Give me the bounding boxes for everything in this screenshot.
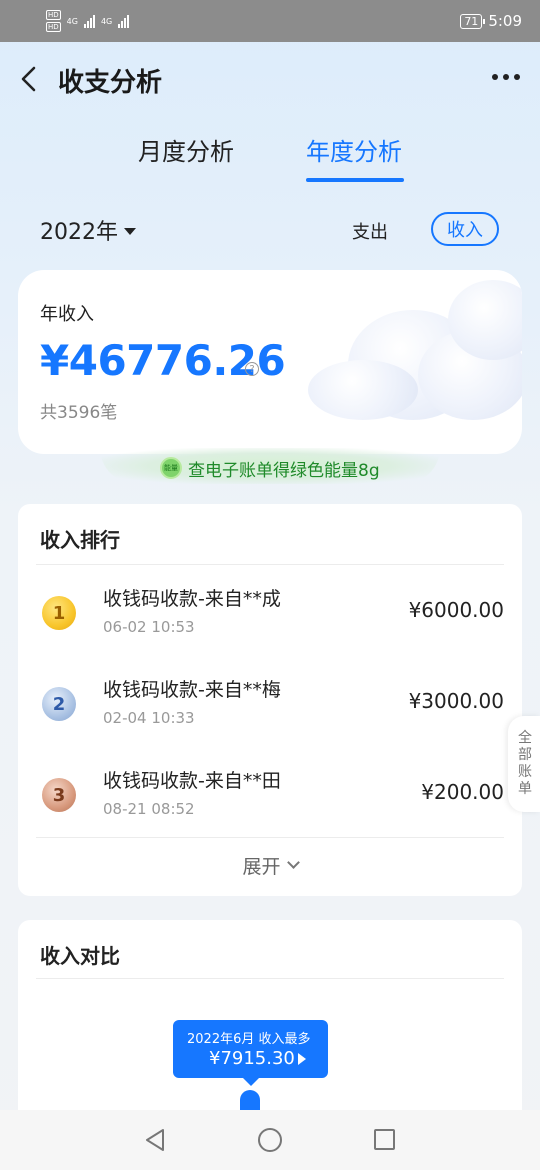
signal-indicators: HD HD 4G 4G <box>46 10 130 32</box>
battery-icon: 71 <box>460 13 486 29</box>
signal-icon <box>118 14 130 28</box>
year-label: 2022年 <box>40 220 118 245</box>
ranking-item-name: 收钱码收款-来自**梅 <box>103 679 281 701</box>
ranking-item-name: 收钱码收款-来自**成 <box>103 588 281 610</box>
ranking-row[interactable]: 1 收钱码收款-来自**成 06-02 10:53 ¥6000.00 <box>18 566 522 656</box>
active-tab-indicator <box>306 178 404 182</box>
back-icon[interactable] <box>18 66 40 92</box>
gold-medal-icon: 1 <box>42 596 76 630</box>
nav-bar: 收支分析 <box>0 42 540 114</box>
side-tab-char: 部 <box>518 747 532 763</box>
bronze-medal-icon: 3 <box>42 778 76 812</box>
ranking-item-amount: ¥3000.00 <box>408 689 504 713</box>
ranking-title: 收入排行 <box>40 528 120 552</box>
summary-amount: ¥46776.26 <box>40 336 286 385</box>
network-type: 4G <box>100 16 113 26</box>
side-tab-char: 全 <box>518 730 532 746</box>
ranking-item-amount: ¥200.00 <box>421 780 504 804</box>
analysis-tabs: 月度分析 年度分析 <box>0 122 540 182</box>
expand-button[interactable]: 展开 <box>18 852 522 879</box>
energy-banner-link[interactable]: 查电子账单得绿色能量8g <box>188 456 380 481</box>
divider <box>36 837 504 838</box>
ranking-row[interactable]: 2 收钱码收款-来自**梅 02-04 10:33 ¥3000.00 <box>18 657 522 747</box>
more-icon[interactable] <box>492 74 520 80</box>
hd-badge: HD <box>46 10 61 20</box>
income-toggle[interactable]: 收入 <box>431 212 499 246</box>
green-energy-icon: 能量 <box>160 457 182 479</box>
play-arrow-icon <box>297 1052 306 1065</box>
help-icon[interactable]: ? <box>245 362 259 376</box>
summary-label: 年收入 <box>40 304 94 325</box>
caret-down-icon <box>124 227 136 235</box>
ranking-row[interactable]: 3 收钱码收款-来自**田 08-21 08:52 ¥200.00 <box>18 748 522 838</box>
ranking-item-name: 收钱码收款-来自**田 <box>103 770 281 792</box>
tooltip-title: 2022年6月 收入最多 <box>187 1032 311 1047</box>
expense-toggle[interactable]: 支出 <box>352 218 388 244</box>
clock: 5:09 <box>488 12 522 30</box>
ranking-item-time: 08-21 08:52 <box>103 800 195 818</box>
ranking-item-amount: ¥6000.00 <box>408 598 504 622</box>
hd-badge: HD <box>46 22 61 32</box>
divider <box>36 978 504 979</box>
ranking-item-time: 02-04 10:33 <box>103 709 195 727</box>
nav-home-icon[interactable] <box>258 1128 282 1152</box>
peak-month-tooltip[interactable]: 2022年6月 收入最多 ¥7915.30 <box>173 1020 328 1086</box>
nav-back-icon[interactable] <box>144 1128 166 1152</box>
annual-summary-card: 年收入 ¥46776.26 ? 共3596笔 <box>18 270 522 454</box>
network-type: 4G <box>66 16 78 26</box>
comparison-title: 收入对比 <box>40 944 120 968</box>
tab-monthly[interactable]: 月度分析 <box>138 132 234 167</box>
silver-medal-icon: 2 <box>42 687 76 721</box>
nav-recents-icon[interactable] <box>374 1129 395 1150</box>
chevron-down-icon <box>286 856 300 869</box>
side-tab-char: 单 <box>518 781 532 797</box>
tab-yearly[interactable]: 年度分析 <box>306 132 402 167</box>
page-title: 收支分析 <box>58 68 163 98</box>
transaction-count: 共3596笔 <box>40 403 118 423</box>
ranking-item-time: 06-02 10:53 <box>103 618 195 636</box>
expand-label: 展开 <box>242 856 281 878</box>
divider <box>36 564 504 565</box>
signal-icon <box>83 14 95 28</box>
cloud-decoration <box>308 360 418 420</box>
system-nav-bar <box>0 1110 540 1170</box>
tooltip-value: ¥7915.30 <box>209 1048 295 1069</box>
income-ranking-card: 收入排行 1 收钱码收款-来自**成 06-02 10:53 ¥6000.00 … <box>18 504 522 896</box>
all-bills-side-tab[interactable]: 全 部 账 单 <box>508 716 540 812</box>
side-tab-char: 账 <box>518 764 532 780</box>
year-selector[interactable]: 2022年 <box>40 214 136 246</box>
status-bar: HD HD 4G 4G 71 5:09 <box>0 0 540 42</box>
